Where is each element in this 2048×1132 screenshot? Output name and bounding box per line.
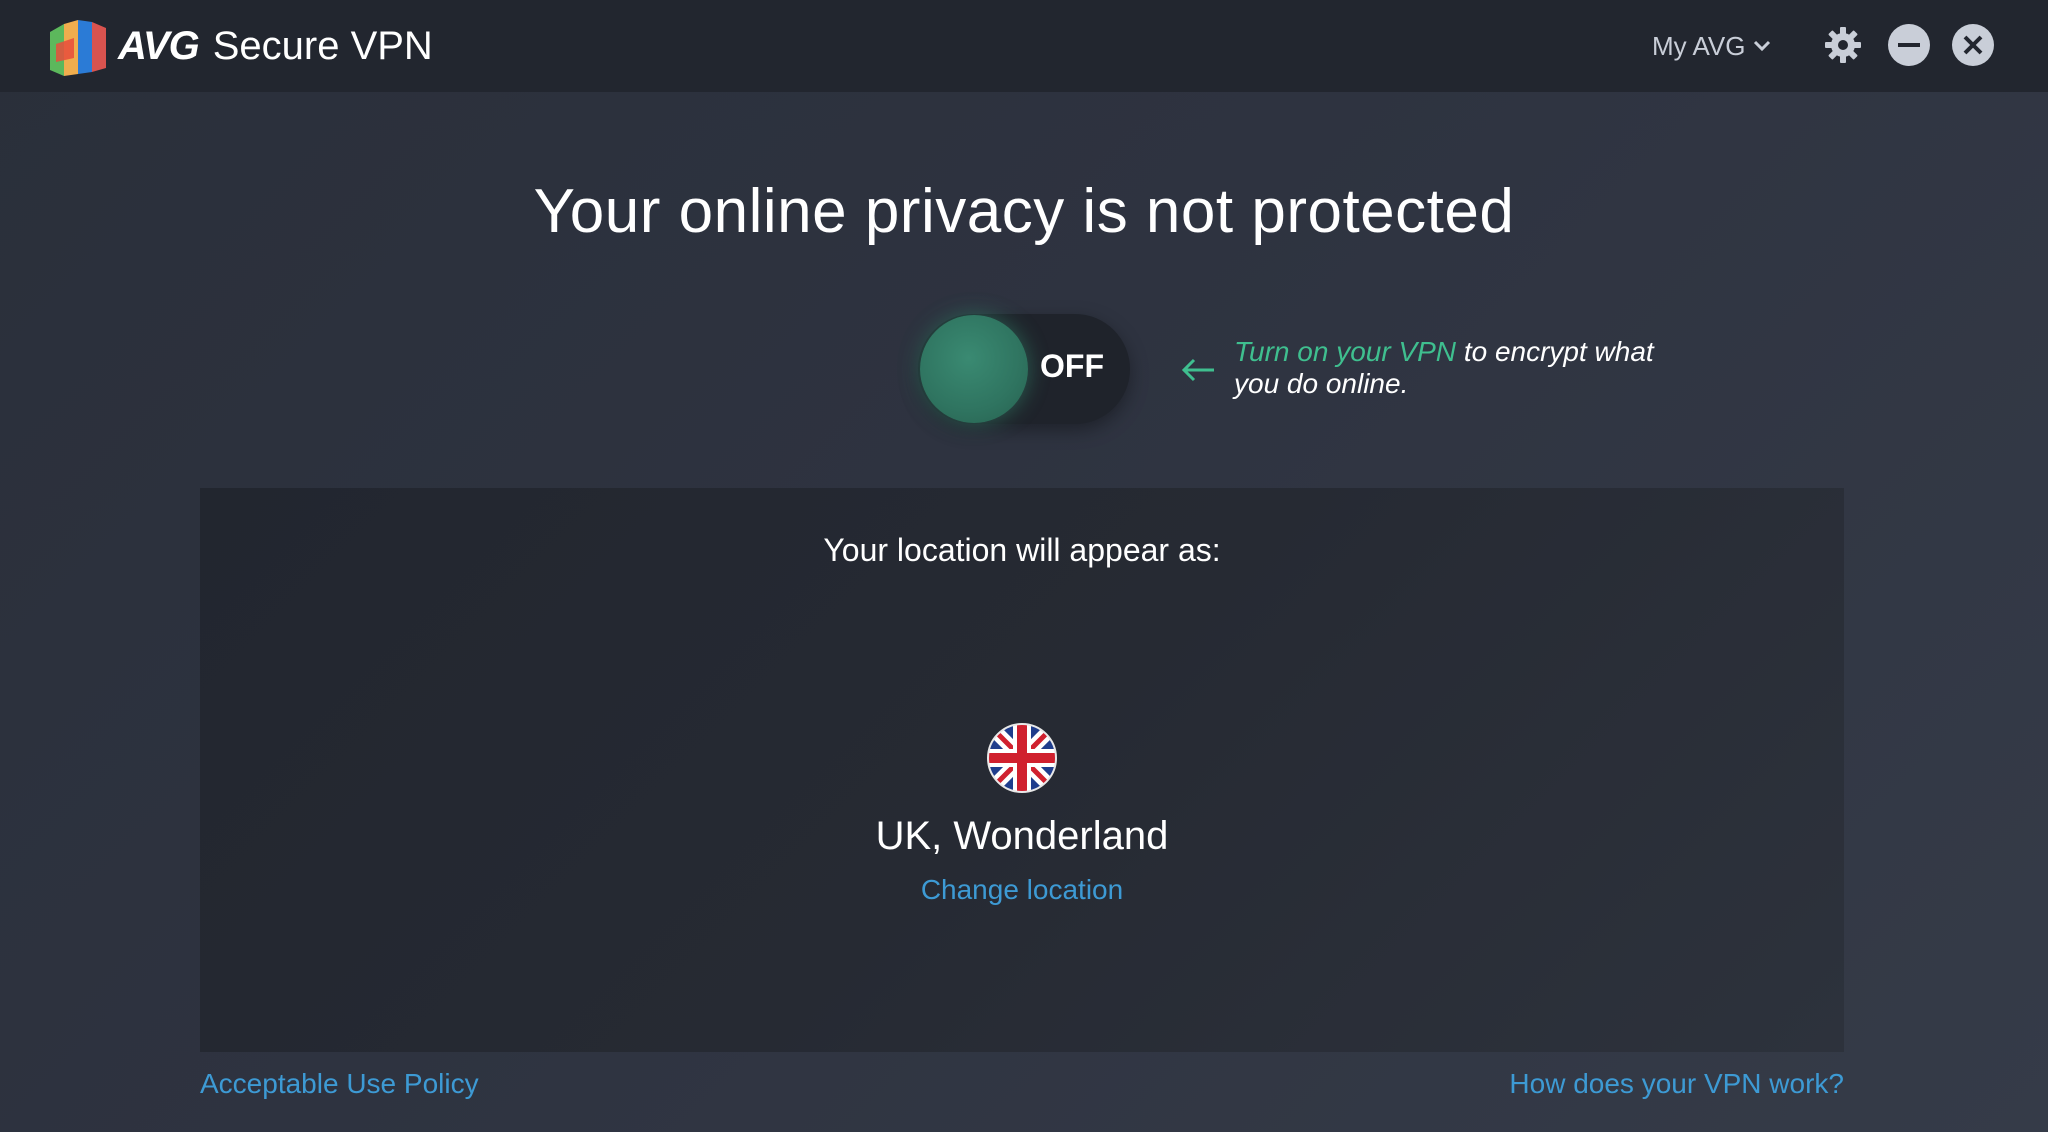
arrow-left-icon [1181, 358, 1214, 382]
location-panel: Your location will appear as: UK, Wonder… [200, 488, 1844, 1052]
toggle-state-label: OFF [1040, 348, 1104, 384]
minimize-icon[interactable] [1886, 22, 1932, 68]
gear-icon[interactable] [1820, 22, 1866, 68]
vpn-hint-accent: Turn on your VPN [1234, 336, 1457, 367]
uk-flag-icon [987, 723, 1057, 793]
brand-name: AVG [118, 23, 200, 68]
how-vpn-works-link[interactable]: How does your VPN work? [1509, 1068, 1844, 1100]
title-bar[interactable]: AVG Secure VPN My AVG [0, 0, 2048, 92]
location-value: UK, Wonderland [875, 814, 1169, 858]
privacy-status-headline: Your online privacy is not protected [533, 177, 1515, 246]
product-name: Secure VPN [212, 23, 433, 68]
close-icon[interactable] [1950, 22, 1996, 68]
chevron-down-icon [1754, 40, 1771, 52]
app-brand: AVG Secure VPN [118, 22, 433, 70]
vpn-hint: Turn on your VPN to encrypt what you do … [1234, 336, 1694, 400]
app-window: AVG Secure VPN My AVG Your online privac… [0, 0, 2048, 1132]
my-avg-label: My AVG [1652, 30, 1746, 61]
toggle-knob[interactable] [920, 315, 1028, 423]
change-location-link[interactable]: Change location [200, 874, 1844, 906]
location-label: Your location will appear as: [823, 532, 1221, 568]
my-avg-menu[interactable]: My AVG [1652, 26, 1773, 66]
acceptable-use-policy-link[interactable]: Acceptable Use Policy [200, 1068, 479, 1100]
avg-logo-icon [50, 20, 106, 76]
vpn-toggle[interactable]: OFF [918, 314, 1130, 424]
